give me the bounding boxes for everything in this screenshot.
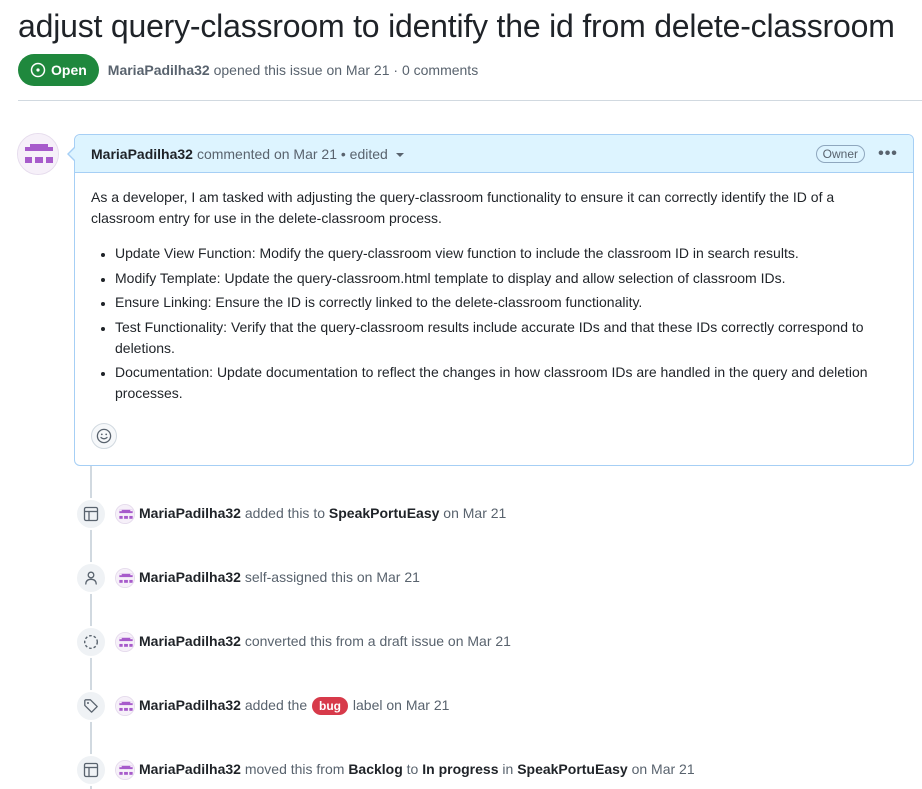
list-item: Update View Function: Modify the query-c… bbox=[115, 243, 897, 264]
issue-state-label: Open bbox=[51, 62, 87, 78]
issue-open-icon bbox=[30, 62, 46, 78]
issue-meta: Open MariaPadilha32 opened this issue on… bbox=[18, 54, 478, 86]
event-pre-text: moved this from bbox=[244, 761, 345, 777]
project-table-icon bbox=[83, 762, 99, 778]
header-divider bbox=[18, 100, 922, 101]
event-to-word: to bbox=[406, 761, 419, 777]
avatar[interactable] bbox=[115, 696, 135, 716]
comment-meta: commented on Mar 21 • edited bbox=[196, 145, 388, 162]
column-from: Backlog bbox=[348, 761, 403, 777]
identicon-icon bbox=[116, 633, 134, 651]
bug-label[interactable]: bug bbox=[312, 697, 349, 715]
timeline-event: MariaPadilha32 added this to SpeakPortuE… bbox=[0, 498, 922, 530]
issue-comment: MariaPadilha32 commented on Mar 21 • edi… bbox=[67, 134, 914, 466]
avatar[interactable] bbox=[115, 632, 135, 652]
comment-body: As a developer, I am tasked with adjusti… bbox=[75, 173, 913, 404]
draft-circle-icon bbox=[83, 634, 99, 650]
event-text: MariaPadilha32 converted this from a dra… bbox=[139, 633, 511, 649]
identicon-icon bbox=[116, 569, 134, 587]
identicon-icon bbox=[18, 134, 58, 174]
avatar[interactable] bbox=[115, 760, 135, 780]
list-item: Ensure Linking: Ensure the ID is correct… bbox=[115, 292, 897, 313]
tag-icon bbox=[84, 699, 98, 713]
event-post-text: label on Mar 21 bbox=[352, 697, 450, 713]
column-to: In progress bbox=[422, 761, 499, 777]
comment-header: MariaPadilha32 commented on Mar 21 • edi… bbox=[75, 135, 913, 173]
issue-title: adjust query-classroom to identify the i… bbox=[18, 8, 895, 44]
list-item: Modify Template: Update the query-classr… bbox=[115, 268, 897, 289]
project-link[interactable]: SpeakPortuEasy bbox=[329, 505, 440, 521]
event-pre-text: converted this from a draft issue on Mar… bbox=[244, 633, 511, 649]
event-actor-link[interactable]: MariaPadilha32 bbox=[139, 761, 241, 777]
event-icon-badge bbox=[75, 690, 107, 722]
event-text: MariaPadilha32 added the bug label on Ma… bbox=[139, 697, 449, 715]
timeline-event: MariaPadilha32 moved this from Backlog t… bbox=[0, 754, 922, 786]
timeline-event: MariaPadilha32 added the bug label on Ma… bbox=[0, 690, 922, 722]
timeline-event: MariaPadilha32 self-assigned this on Mar… bbox=[0, 562, 922, 594]
smiley-icon bbox=[96, 428, 112, 444]
project-table-icon bbox=[83, 506, 99, 522]
add-reaction-button[interactable] bbox=[91, 423, 117, 449]
comment-menu-button[interactable]: ••• bbox=[877, 145, 899, 163]
comment-intro: As a developer, I am tasked with adjusti… bbox=[91, 189, 835, 226]
avatar[interactable] bbox=[115, 504, 135, 524]
event-in-word: in bbox=[502, 761, 514, 777]
comment-header-actions: Owner ••• bbox=[815, 144, 899, 163]
event-icon-badge bbox=[75, 754, 107, 786]
event-icon-badge bbox=[75, 562, 107, 594]
owner-badge: Owner bbox=[815, 144, 865, 163]
event-pre-text: self-assigned this on Mar 21 bbox=[244, 569, 420, 585]
comment-author-link[interactable]: MariaPadilha32 bbox=[91, 146, 193, 162]
issue-author-link[interactable]: MariaPadilha32 bbox=[108, 62, 210, 78]
event-icon-badge bbox=[75, 498, 107, 530]
event-pre-text: added this to bbox=[244, 505, 325, 521]
event-actor-link[interactable]: MariaPadilha32 bbox=[139, 569, 241, 585]
avatar[interactable] bbox=[115, 568, 135, 588]
event-post-text: on Mar 21 bbox=[631, 761, 695, 777]
project-link[interactable]: SpeakPortuEasy bbox=[517, 761, 628, 777]
timeline-event: MariaPadilha32 converted this from a dra… bbox=[0, 626, 922, 658]
identicon-icon bbox=[116, 697, 134, 715]
person-icon bbox=[85, 571, 97, 585]
event-icon-badge bbox=[75, 626, 107, 658]
task-list: Update View Function: Modify the query-c… bbox=[91, 243, 897, 404]
avatar[interactable] bbox=[17, 133, 59, 175]
list-item: Test Functionality: Verify that the quer… bbox=[115, 317, 897, 359]
event-actor-link[interactable]: MariaPadilha32 bbox=[139, 697, 241, 713]
event-text: MariaPadilha32 added this to SpeakPortuE… bbox=[139, 505, 506, 521]
issue-opened-text: opened this issue on Mar 21 · 0 comments bbox=[213, 62, 479, 78]
event-post-text: on Mar 21 bbox=[443, 505, 507, 521]
event-actor-link[interactable]: MariaPadilha32 bbox=[139, 505, 241, 521]
identicon-icon bbox=[116, 761, 134, 779]
issue-opened-by: MariaPadilha32 opened this issue on Mar … bbox=[108, 62, 478, 78]
event-actor-link[interactable]: MariaPadilha32 bbox=[139, 633, 241, 649]
identicon-icon bbox=[116, 505, 134, 523]
edits-dropdown-icon[interactable] bbox=[395, 152, 404, 157]
issue-state-badge: Open bbox=[18, 54, 99, 86]
event-text: MariaPadilha32 moved this from Backlog t… bbox=[139, 761, 695, 777]
list-item: Documentation: Update documentation to r… bbox=[115, 362, 897, 404]
event-pre-text: added the bbox=[244, 697, 308, 713]
event-text: MariaPadilha32 self-assigned this on Mar… bbox=[139, 569, 420, 585]
